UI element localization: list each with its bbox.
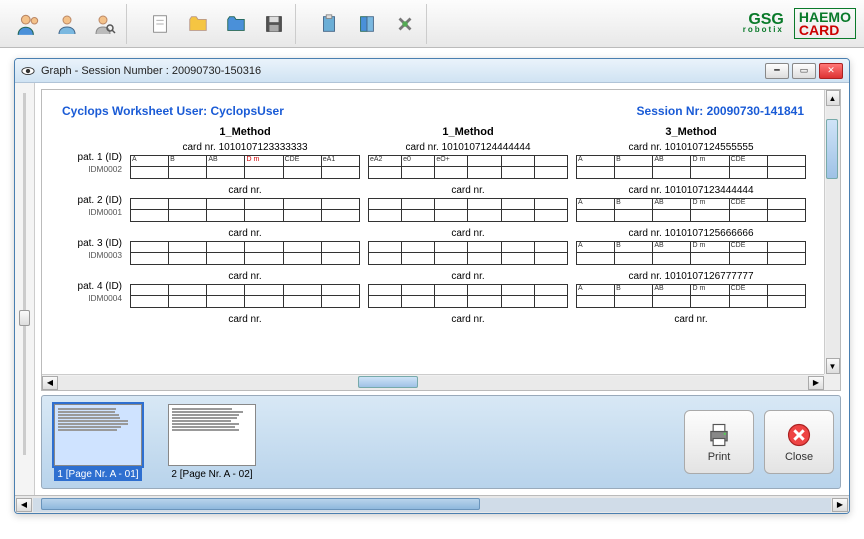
card-number-label: card nr. 1010107123333333: [130, 142, 360, 153]
card-grid: [130, 284, 360, 308]
card-block: card nr. 1010107125666666 ABABD mCDE: [576, 228, 806, 265]
worksheet-row: pat. 3 (ID)IDM0003 card nr. card nr. card n…: [52, 228, 814, 271]
card-grid: [130, 241, 360, 265]
worksheet-row: pat. 4 (ID)IDM0004 card nr. card nr. card n…: [52, 271, 814, 314]
user-group-icon[interactable]: [14, 9, 44, 39]
gsg-logo-sub: robotix: [743, 27, 784, 33]
printer-icon: [705, 421, 733, 449]
worksheet-vertical-scrollbar[interactable]: ▲▼: [824, 90, 840, 374]
patient-label: pat. 4 (ID)IDM0004: [52, 271, 122, 305]
card-block: card nr. 1010107124444444 eA2e0eO+: [368, 142, 568, 179]
card-number-label: card nr. 1010107123444444: [576, 185, 806, 196]
card-number-label: card nr. 1010107125666666: [576, 228, 806, 239]
worksheet-row: pat. 1 (ID)IDM0002card nr. 1010107123333…: [52, 142, 814, 185]
print-button-label: Print: [708, 451, 731, 463]
card-grid: [368, 284, 568, 308]
worksheet-viewport: Cyclops Worksheet User: CyclopsUser Sess…: [41, 89, 841, 391]
card-number-label: card nr.: [130, 185, 360, 196]
titlebar[interactable]: Graph - Session Number : 20090730-150316…: [15, 59, 849, 83]
page-navigation-bar: 1 [Page Nr. A - 01] 2 [Page Nr. A - 02] P…: [41, 395, 841, 489]
page-thumbnail-caption: 2 [Page Nr. A - 02]: [168, 468, 255, 481]
page-thumbnail-caption: 1 [Page Nr. A - 01]: [54, 468, 141, 481]
card-block: card nr. 1010107124555555 ABABD mCDE: [576, 142, 806, 179]
card-block: card nr.: [130, 228, 360, 265]
card-grid: eA2e0eO+: [368, 155, 568, 179]
window-close-button[interactable]: ✕: [819, 63, 843, 79]
card-block: card nr. 1010107123444444 ABABD mCDE: [576, 185, 806, 222]
user-lookup-icon[interactable]: [90, 9, 120, 39]
card-grid: [368, 241, 568, 265]
open-folder-icon[interactable]: [183, 9, 213, 39]
card-grid: ABABD mCDEeA1: [130, 155, 360, 179]
card-number-label: card nr. 1010107124444444: [368, 142, 568, 153]
card-grid: ABABD mCDE: [576, 241, 806, 265]
card-number-label: card nr. 1010107126777777: [576, 271, 806, 282]
save-icon[interactable]: [259, 9, 289, 39]
page-thumbnail[interactable]: 1 [Page Nr. A - 01]: [48, 404, 148, 481]
maximize-button[interactable]: ▭: [792, 63, 816, 79]
worksheet-row: card nr. card nr. card nr.: [52, 314, 814, 333]
worksheet-session-label: Session Nr: 20090730-141841: [637, 104, 804, 118]
window-title: Graph - Session Number : 20090730-150316: [41, 65, 765, 77]
card-number-label: card nr.: [368, 228, 568, 239]
graph-window: Graph - Session Number : 20090730-150316…: [14, 58, 850, 514]
patient-label: [52, 314, 122, 324]
card-block: card nr.: [130, 271, 360, 308]
card-block: card nr. 1010107123333333 ABABD mCDEeA1: [130, 142, 360, 179]
card-block: card nr.: [368, 228, 568, 265]
close-button-label: Close: [785, 451, 813, 463]
worksheet-horizontal-scrollbar[interactable]: ◀▶: [42, 374, 824, 390]
card-grid: [130, 198, 360, 222]
card-number-label: card nr.: [576, 314, 806, 325]
card-block: card nr.: [130, 185, 360, 222]
open-folder-2-icon[interactable]: [221, 9, 251, 39]
page-thumbnail[interactable]: 2 [Page Nr. A - 02]: [162, 404, 262, 481]
card-number-label: card nr. 1010107124555555: [576, 142, 806, 153]
main-toolbar: GSGrobotix HAEMOCARD: [0, 0, 864, 48]
card-block: card nr.: [368, 271, 568, 308]
method-header-3: 3_Method: [576, 126, 806, 138]
worksheet-user-label: Cyclops Worksheet User: CyclopsUser: [62, 104, 284, 118]
close-icon: [785, 421, 813, 449]
mdi-horizontal-scrollbar[interactable]: ◀▶: [15, 495, 849, 513]
card-grid: [368, 198, 568, 222]
zoom-slider[interactable]: [15, 83, 35, 495]
haemo-logo-2: CARD: [799, 22, 839, 38]
patient-label: pat. 1 (ID)IDM0002: [52, 142, 122, 176]
close-button[interactable]: Close: [764, 410, 834, 474]
card-grid: ABABD mCDE: [576, 155, 806, 179]
card-grid: ABABD mCDE: [576, 284, 806, 308]
eye-icon: [21, 64, 35, 78]
card-number-label: card nr.: [130, 314, 360, 325]
minimize-button[interactable]: ━: [765, 63, 789, 79]
single-user-icon[interactable]: [52, 9, 82, 39]
patient-label: pat. 2 (ID)IDM0001: [52, 185, 122, 219]
new-doc-icon[interactable]: [145, 9, 175, 39]
card-block: card nr.: [130, 314, 360, 327]
card-number-label: card nr.: [368, 271, 568, 282]
patient-label: pat. 3 (ID)IDM0003: [52, 228, 122, 262]
card-block: card nr. 1010107126777777 ABABD mCDE: [576, 271, 806, 308]
card-block: card nr.: [368, 314, 568, 327]
method-header-2: 1_Method: [368, 126, 568, 138]
card-grid: ABABD mCDE: [576, 198, 806, 222]
tools-icon[interactable]: [390, 9, 420, 39]
card-block: card nr.: [576, 314, 806, 327]
card-number-label: card nr.: [130, 228, 360, 239]
brand-logos: GSGrobotix HAEMOCARD: [743, 8, 856, 39]
print-button[interactable]: Print: [684, 410, 754, 474]
clipboard-icon[interactable]: [314, 9, 344, 39]
worksheet-row: pat. 2 (ID)IDM0001 card nr. card nr. card n…: [52, 185, 814, 228]
book-icon[interactable]: [352, 9, 382, 39]
card-number-label: card nr.: [368, 314, 568, 325]
card-number-label: card nr.: [368, 185, 568, 196]
method-header-1: 1_Method: [130, 126, 360, 138]
card-number-label: card nr.: [130, 271, 360, 282]
card-block: card nr.: [368, 185, 568, 222]
